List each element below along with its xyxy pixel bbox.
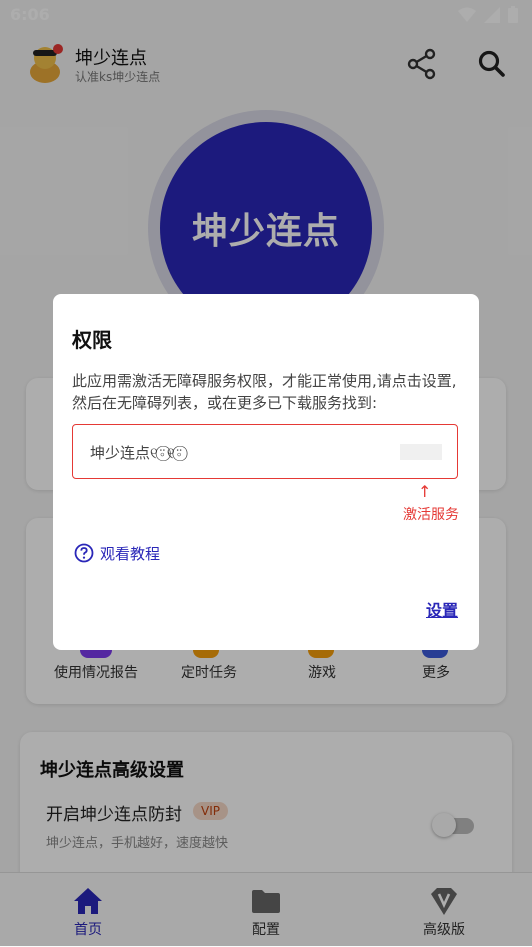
dialog-message: 此应用需激活无障碍服务权限，才能正常使用,请点击设置,然后在无障碍列表，或在更多… [72,372,457,412]
activate-service-hint: 激活服务 [403,507,459,523]
help-circle-icon[interactable] [74,543,94,563]
service-name-text: 坤少连点୧⍤⃝୧⍤⃝ [90,444,184,462]
watch-tutorial-link[interactable]: 观看教程 [100,543,160,564]
service-name-placeholder [400,444,442,460]
dialog-title: 权限 [72,328,112,352]
settings-button[interactable]: 设置 [426,597,458,621]
arrow-up-icon: ↑ [418,482,432,501]
